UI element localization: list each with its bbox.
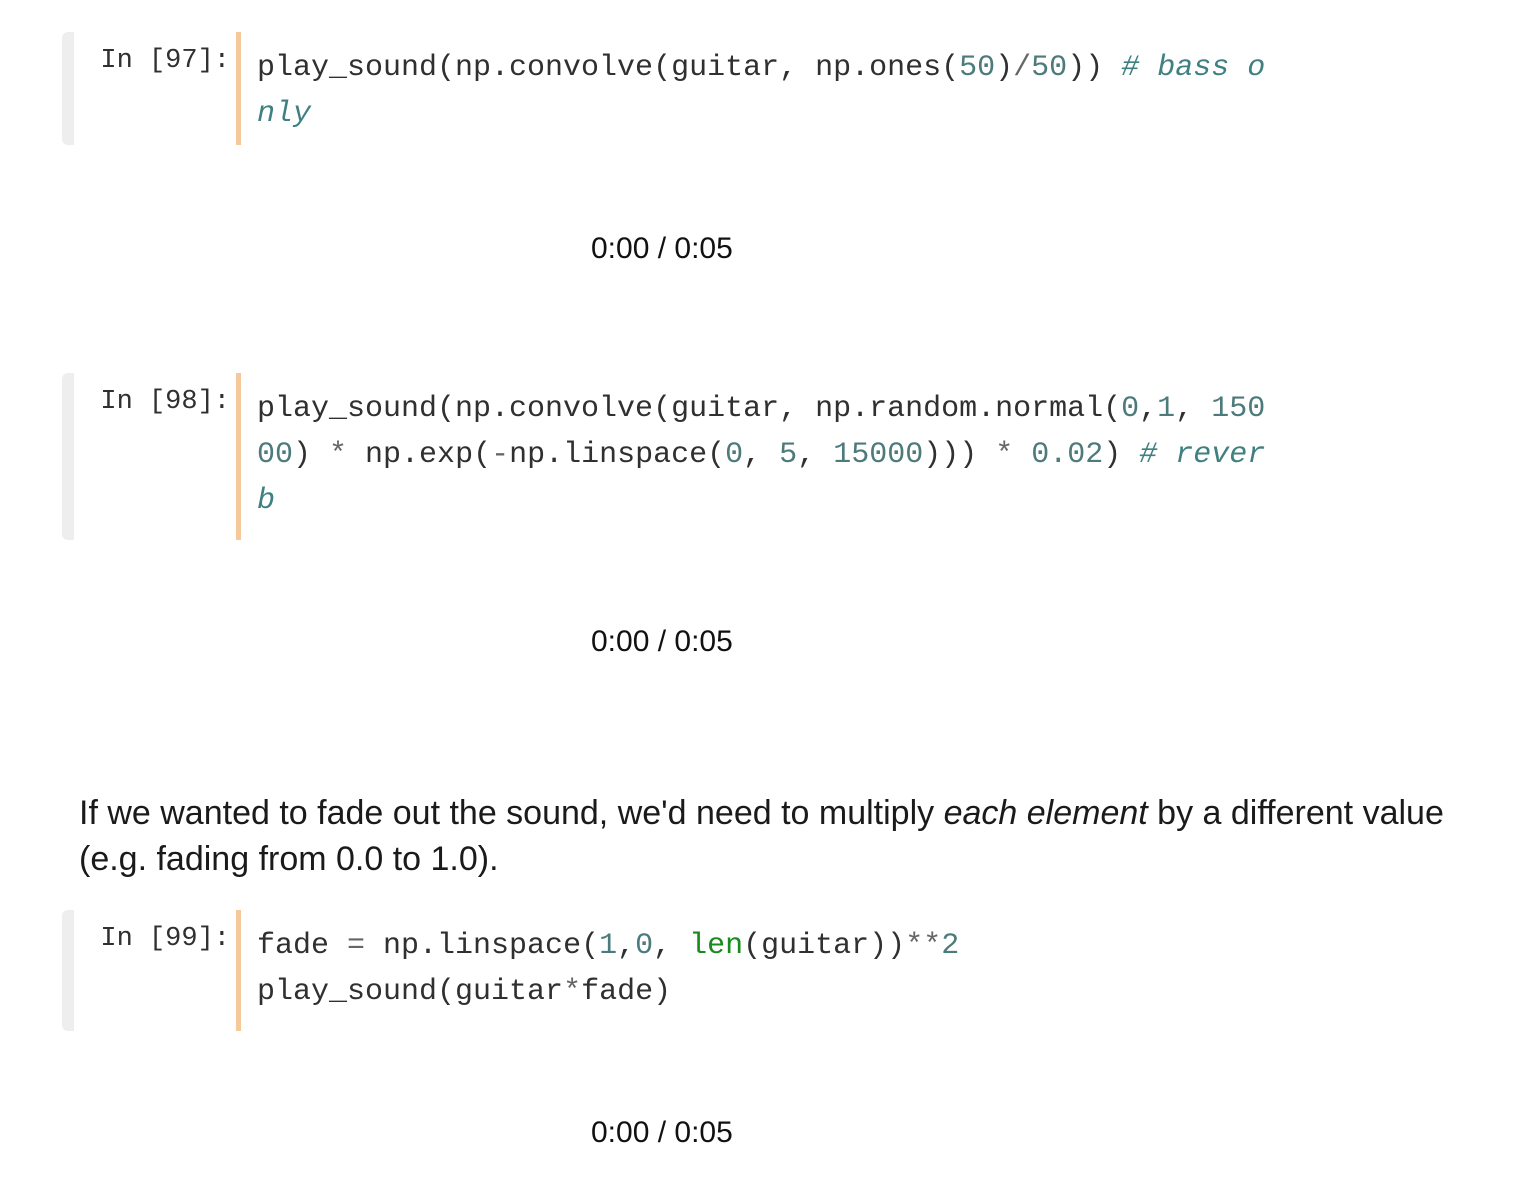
markdown-text-start: If we wanted to fade out the sound, we'd… — [79, 794, 944, 832]
code-token: play_sound(guitar — [257, 975, 564, 1009]
audio-player-time[interactable]: 0:00 / 0:05 — [591, 625, 733, 659]
code-token: play_sound(np.convolve(guitar, np.ones( — [257, 51, 960, 85]
input-prompt: In [98]: — [100, 387, 230, 417]
code-token: * — [329, 438, 348, 472]
code-token: )) — [1067, 51, 1122, 85]
code-token: 0 — [635, 929, 654, 963]
code-cell[interactable]: In [99]: fade = np.linspace(1,0, len(gui… — [62, 910, 1422, 1031]
cell-accent-bar — [236, 32, 241, 145]
code-comment: nly — [257, 97, 312, 131]
code-input[interactable]: play_sound(np.convolve(guitar, np.ones(5… — [257, 45, 1265, 137]
code-token: np.exp( — [347, 438, 492, 472]
code-token: 50 — [1031, 51, 1068, 85]
input-prompt: In [97]: — [100, 46, 230, 76]
code-token: , — [1175, 392, 1212, 426]
code-token: , — [617, 929, 636, 963]
code-input[interactable]: play_sound(np.convolve(guitar, np.random… — [257, 386, 1265, 524]
code-token: ) — [995, 51, 1014, 85]
code-token: , — [1139, 392, 1158, 426]
code-token: / — [1013, 51, 1032, 85]
code-token: np.linspace( — [365, 929, 600, 963]
code-token: 5 — [779, 438, 798, 472]
code-token: ))) — [923, 438, 996, 472]
code-token: , — [743, 438, 780, 472]
code-token: 150 — [1211, 392, 1266, 426]
code-token: - — [491, 438, 510, 472]
code-line: 00) * np.exp(-np.linspace(0, 5, 15000)))… — [257, 432, 1265, 478]
code-token: 00 — [257, 438, 294, 472]
markdown-emphasis: each element — [943, 794, 1148, 832]
code-token: ** — [905, 929, 942, 963]
code-token: , — [797, 438, 834, 472]
code-token: 0.02 — [1031, 438, 1104, 472]
code-token: * — [995, 438, 1014, 472]
markdown-text: If we wanted to fade out the sound, we'd… — [79, 790, 1459, 882]
cell-accent-bar — [236, 373, 241, 540]
code-comment: b — [257, 484, 276, 518]
code-token: fade) — [581, 975, 672, 1009]
code-token: fade — [257, 929, 348, 963]
code-line: fade = np.linspace(1,0, len(guitar))**2 — [257, 923, 959, 969]
code-line: play_sound(guitar*fade) — [257, 969, 959, 1015]
code-token: = — [347, 929, 366, 963]
code-token: len — [689, 929, 744, 963]
code-line: play_sound(np.convolve(guitar, np.random… — [257, 386, 1265, 432]
code-cell[interactable]: In [98]: play_sound(np.convolve(guitar, … — [62, 373, 1422, 540]
code-token: 50 — [959, 51, 996, 85]
audio-player-time[interactable]: 0:00 / 0:05 — [591, 1116, 733, 1150]
code-cell[interactable]: In [97]: play_sound(np.convolve(guitar, … — [62, 32, 1422, 145]
code-token: (guitar)) — [743, 929, 906, 963]
cell-accent-bar — [236, 910, 241, 1031]
input-prompt: In [99]: — [100, 924, 230, 954]
code-comment: # bass o — [1121, 51, 1266, 85]
code-token: 2 — [941, 929, 960, 963]
code-line: b — [257, 478, 1265, 524]
audio-player-time[interactable]: 0:00 / 0:05 — [591, 232, 733, 266]
code-line: nly — [257, 91, 1265, 137]
code-line: play_sound(np.convolve(guitar, np.ones(5… — [257, 45, 1265, 91]
code-token: , — [653, 929, 690, 963]
code-token: 1 — [599, 929, 618, 963]
code-token: np.linspace( — [509, 438, 726, 472]
code-token: 15000 — [833, 438, 924, 472]
code-comment: # rever — [1139, 438, 1266, 472]
code-token: ) — [293, 438, 330, 472]
code-input[interactable]: fade = np.linspace(1,0, len(guitar))**2 p… — [257, 923, 959, 1015]
code-token: play_sound(np.convolve(guitar, np.random… — [257, 392, 1122, 426]
code-token: * — [563, 975, 582, 1009]
code-token: 1 — [1157, 392, 1176, 426]
code-token: ) — [1103, 438, 1140, 472]
code-token: 0 — [725, 438, 744, 472]
code-token: 0 — [1121, 392, 1140, 426]
